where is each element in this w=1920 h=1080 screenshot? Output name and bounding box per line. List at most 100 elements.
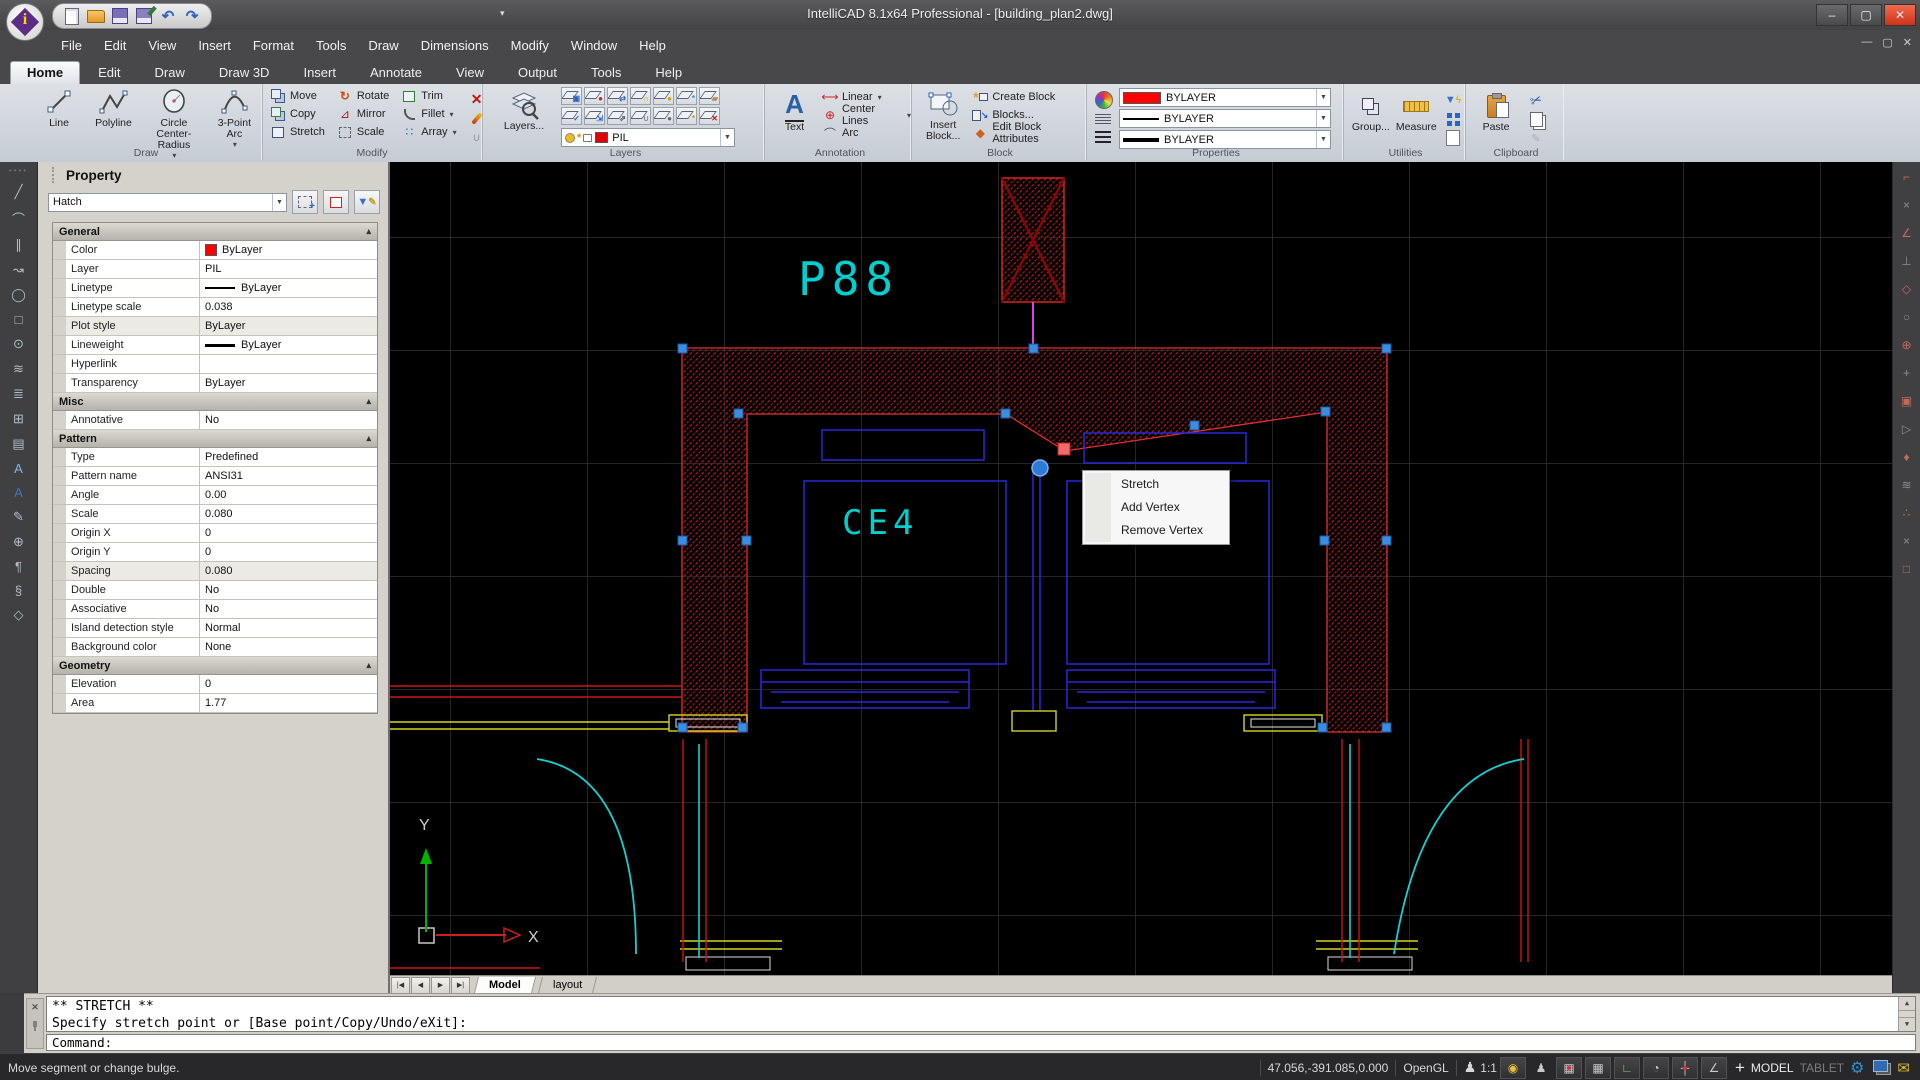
tool-table-icon[interactable]: ⊞ [13, 411, 24, 427]
tab-tools[interactable]: Tools [575, 62, 637, 84]
mdi-restore-icon[interactable]: ▢ [1882, 36, 1892, 49]
measure-button[interactable]: Measure [1394, 88, 1439, 147]
layers-explorer-button[interactable]: Layers... [495, 87, 553, 147]
row-associative[interactable]: AssociativeNo [53, 600, 377, 619]
tool-sketch-icon[interactable]: ✎ [13, 509, 24, 525]
annotation-visibility-icon[interactable]: ◉ [1500, 1057, 1526, 1079]
tab-model[interactable]: Model [474, 977, 536, 993]
esnap-angle-icon[interactable]: ∠ [1901, 226, 1912, 240]
tab-draw[interactable]: Draw [139, 62, 201, 84]
layer-delete-icon[interactable]: ✕ [699, 107, 720, 125]
minimize-button[interactable]: – [1816, 4, 1848, 26]
scroll-down-icon[interactable]: ▼ [1899, 1017, 1915, 1031]
section-pattern[interactable]: Pattern▴ [53, 430, 377, 448]
menu-view[interactable]: View [137, 34, 187, 57]
tab-home[interactable]: Home [10, 61, 80, 84]
cut-icon[interactable]: ✂ [1522, 87, 1551, 112]
filter-button[interactable]: ▼✎ [354, 190, 380, 214]
section-geometry[interactable]: Geometry▴ [53, 657, 377, 675]
layer-match-icon[interactable]: ⇲ [584, 107, 605, 125]
tool-parallel-icon[interactable]: ∥ [15, 237, 22, 253]
menu-window[interactable]: Window [560, 34, 628, 57]
hot-grip[interactable] [1058, 443, 1070, 455]
linetype-combo-arrow-icon[interactable] [1316, 110, 1330, 127]
paste-button[interactable]: Paste [1476, 88, 1516, 147]
esnap-cancel-icon[interactable]: × [1903, 198, 1910, 212]
linetype-combo[interactable]: BYLAYER [1119, 109, 1331, 128]
esnap-midpoint-icon[interactable]: ◇ [1902, 282, 1911, 296]
layer-lock-icon[interactable]: ∩ [630, 87, 651, 105]
row-annotative[interactable]: AnnotativeNo [53, 411, 377, 430]
row-angle[interactable]: Angle0.00 [53, 486, 377, 505]
row-background-color[interactable]: Background colorNone [53, 638, 377, 657]
layer-set-current-icon[interactable]: ✓ [561, 107, 582, 125]
entity-type-combo[interactable]: Hatch [48, 193, 287, 212]
tablet-toggle[interactable]: TABLET [1800, 1061, 1844, 1075]
tab-help[interactable]: Help [639, 62, 698, 84]
esnap-perp-icon[interactable]: ⊥ [1901, 254, 1911, 268]
color-wheel-icon[interactable] [1095, 91, 1113, 109]
match-properties-icon[interactable]: ✎ [1524, 129, 1548, 147]
row-spacing[interactable]: Spacing0.080 [53, 562, 377, 581]
selected-hatch-walls[interactable] [682, 348, 1387, 732]
tab-nav-next-icon[interactable]: ▶ [431, 977, 450, 994]
panel-grip[interactable] [52, 167, 58, 183]
tool-rectangle-icon[interactable]: □ [15, 312, 23, 327]
row-transparency[interactable]: TransparencyByLayer [53, 374, 377, 393]
menu-insert[interactable]: Insert [187, 34, 242, 57]
tab-view[interactable]: View [440, 62, 500, 84]
layer-thaw-icon[interactable]: * [676, 107, 697, 125]
tool-section-icon[interactable]: § [15, 583, 22, 598]
color-combo-arrow-icon[interactable] [1316, 89, 1330, 106]
row-type[interactable]: TypePredefined [53, 448, 377, 467]
command-close-icon[interactable]: ✕ [31, 1002, 39, 1013]
mail-icon[interactable]: ✉ [1897, 1059, 1910, 1077]
grid-toggle-icon[interactable]: ▦ [1585, 1057, 1611, 1079]
esnap-corner-icon[interactable]: ⌐ [1903, 170, 1910, 184]
menu-help[interactable]: Help [628, 34, 677, 57]
menu-dimensions[interactable]: Dimensions [410, 34, 500, 57]
tab-output[interactable]: Output [502, 62, 573, 84]
row-scale[interactable]: Scale0.080 [53, 505, 377, 524]
esnap-parallel-icon[interactable]: ≋ [1901, 478, 1911, 492]
create-block-button[interactable]: *Create Block [970, 88, 1086, 106]
layer-merge-icon[interactable]: ▰ [699, 87, 720, 105]
row-linetype-scale[interactable]: Linetype scale0.038 [53, 298, 377, 317]
layer-states-icon[interactable]: ● [584, 87, 605, 105]
fillet-button[interactable]: Fillet [399, 105, 456, 123]
quick-select-button[interactable] [323, 190, 349, 214]
tab-nav-prev-icon[interactable]: ◀ [411, 977, 430, 994]
draw-order-icon[interactable] [1441, 110, 1465, 128]
row-plot-style[interactable]: Plot styleByLayer [53, 317, 377, 336]
menu-format[interactable]: Format [242, 34, 305, 57]
context-menu-add-vertex[interactable]: Add Vertex [1083, 496, 1229, 519]
insert-block-button[interactable]: Insert Block... [920, 86, 966, 142]
join-icon[interactable]: ∪ [465, 128, 489, 146]
polyline-button[interactable]: Polyline [88, 84, 138, 129]
tab-edit[interactable]: Edit [82, 62, 136, 84]
command-input[interactable]: Command: [46, 1034, 1916, 1051]
scroll-up-icon[interactable]: ▲ [1899, 997, 1915, 1011]
esnap-insert-icon[interactable]: ▣ [1901, 394, 1912, 408]
menu-tools[interactable]: Tools [305, 34, 357, 57]
row-area[interactable]: Area1.77 [53, 694, 377, 713]
row-origin-y[interactable]: Origin Y0 [53, 543, 377, 562]
tool-mtext-icon[interactable]: A [14, 485, 23, 500]
vertex-grip-circle[interactable] [1032, 460, 1048, 476]
stretch-button[interactable]: Stretch [268, 123, 325, 141]
row-hyperlink[interactable]: Hyperlink [53, 355, 377, 374]
row-island-detection[interactable]: Island detection styleNormal [53, 619, 377, 638]
group-button[interactable]: Group... [1350, 88, 1392, 147]
snap-toggle-icon[interactable]: ▦ [1556, 1057, 1582, 1079]
layer-on-icon[interactable]: ● [653, 87, 674, 105]
row-linetype[interactable]: LinetypeByLayer [53, 279, 377, 298]
section-misc[interactable]: Misc▴ [53, 393, 377, 411]
gear-icon[interactable]: ⚙ [1850, 1058, 1864, 1078]
mirror-button[interactable]: ⊿Mirror [335, 105, 389, 123]
drawing-canvas[interactable]: P88 CE4 Y X Stretch Add Vertex Remove Ve… [390, 162, 1892, 975]
otrack-toggle-icon[interactable]: ∠ [1701, 1057, 1727, 1079]
page-setup-icon[interactable] [1441, 129, 1465, 147]
tab-layout[interactable]: layout [538, 977, 597, 993]
esnap-settings-icon[interactable]: □ [1903, 562, 1910, 576]
row-lineweight[interactable]: LineweightByLayer [53, 336, 377, 355]
